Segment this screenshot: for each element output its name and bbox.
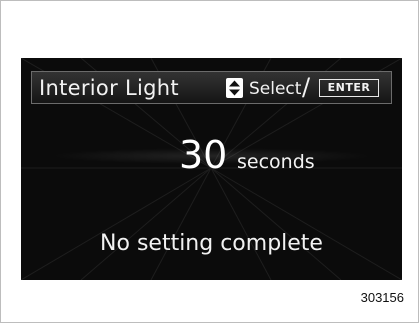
figure-frame: Interior Light Select / ENTER 30 seconds… (0, 0, 419, 323)
display-screen: Interior Light Select / ENTER 30 seconds… (21, 58, 402, 280)
menu-header: Interior Light Select / ENTER (31, 71, 392, 104)
figure-number: 303156 (360, 290, 404, 305)
enter-key-badge: ENTER (319, 79, 379, 97)
setting-value: 30 (179, 133, 228, 177)
menu-title: Interior Light (39, 76, 179, 100)
status-message: No setting complete (100, 231, 323, 256)
up-down-arrows-icon (226, 78, 243, 98)
setting-unit: seconds (237, 151, 315, 173)
setting-value-row[interactable]: 30 seconds (21, 130, 402, 180)
hint-separator: / (302, 73, 311, 101)
select-hint: Select (249, 79, 302, 99)
